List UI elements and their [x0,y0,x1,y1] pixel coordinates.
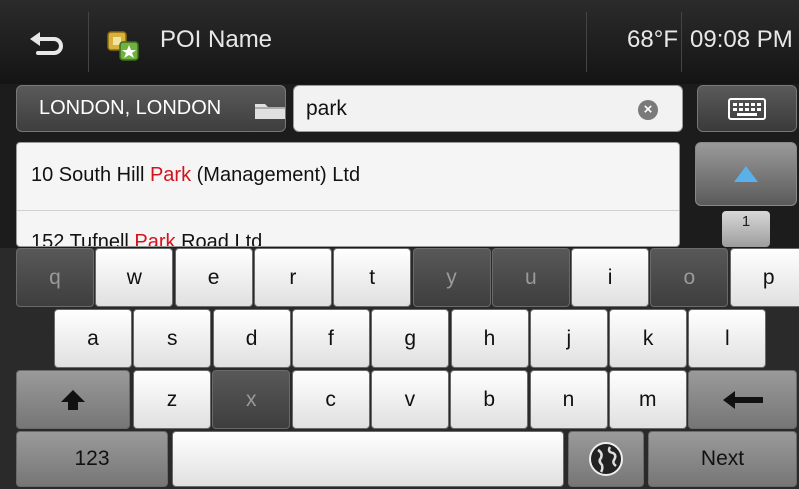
shift-key[interactable] [16,370,130,429]
key-a[interactable]: a [54,309,132,368]
page-title: POI Name [160,26,273,53]
key-c[interactable]: c [291,370,370,429]
key-y[interactable]: y [412,248,491,307]
key-o-label: o [683,265,696,289]
key-e-label: e [207,265,220,289]
key-x-label: x [246,387,257,411]
key-g[interactable]: g [371,309,450,368]
key-j-label: j [566,326,572,350]
key-p-label: p [762,265,775,289]
key-s[interactable]: s [133,309,212,368]
key-u-label: u [524,265,537,289]
list-item[interactable]: 10 South Hill Park (Management) Ltd [17,143,679,211]
location-button[interactable]: LONDON, LONDON [16,85,286,132]
key-y-label: y [446,265,457,289]
next-key[interactable]: Next [648,431,797,487]
key-c-label: c [325,387,336,411]
backspace-key[interactable] [688,370,797,429]
key-h-label: h [483,326,496,350]
list-item-label: 152 Tufnell Park Road Ltd [31,231,263,247]
key-h[interactable]: h [450,309,529,368]
key-d[interactable]: d [212,309,291,368]
key-m[interactable]: m [608,370,687,429]
location-label: LONDON, LONDON [39,97,222,119]
key-t[interactable]: t [333,248,412,307]
key-w-label: w [126,265,142,289]
shift-arrow-icon [61,389,85,410]
key-z-label: z [166,387,178,411]
key-u[interactable]: u [491,248,570,307]
key-l-label: l [725,326,730,350]
list-item[interactable]: 152 Tufnell Park Road Ltd [17,211,679,247]
list-item-label: 10 South Hill Park (Management) Ltd [31,164,361,186]
key-n-label: n [562,387,575,411]
divider [681,12,682,72]
key-a-label: a [87,326,99,350]
key-r-label: r [289,265,297,289]
scroll-up-button[interactable] [695,142,797,206]
clear-icon[interactable]: × [638,100,658,120]
poi-category-icon [104,30,144,61]
key-i[interactable]: i [571,248,650,307]
page-number: 1 [741,213,751,230]
results-list: 10 South Hill Park (Management) Ltd 152 … [16,142,680,247]
triangle-up-icon [734,166,758,182]
globe-icon [589,442,623,476]
key-z[interactable]: z [133,370,211,429]
key-b-label: b [483,387,496,411]
key-o[interactable]: o [650,248,729,307]
key-f-label: f [327,326,334,350]
key-k[interactable]: k [609,309,688,368]
key-q[interactable]: q [16,248,94,307]
page-indicator: 1 [722,211,770,247]
key-x[interactable]: x [212,370,291,429]
keyboard-toggle-button[interactable] [697,85,797,132]
key-k-label: k [642,326,654,350]
key-q-label: q [49,265,61,289]
next-key-label: Next [700,447,745,470]
space-key[interactable] [172,431,564,487]
key-t-label: t [369,265,376,289]
backspace-arrow-icon [722,390,763,409]
key-p[interactable]: p [729,248,799,307]
search-input[interactable]: park × [293,85,683,132]
search-query: park [306,97,347,120]
keyboard-icon [728,97,766,120]
key-e[interactable]: e [174,248,253,307]
folder-icon [255,104,285,119]
divider [586,12,587,72]
title-bar: POI Name 68°F 09:08 PM [0,0,799,84]
key-m-label: m [639,387,657,411]
key-s-label: s [167,326,178,350]
globe-key[interactable] [568,431,644,487]
key-v-label: v [404,387,416,411]
key-d-label: d [245,326,258,350]
key-b[interactable]: b [450,370,529,429]
key-w[interactable]: w [95,248,174,307]
key-v[interactable]: v [370,370,449,429]
clock: 09:08 PM [690,26,793,53]
key-f[interactable]: f [291,309,370,368]
key-r[interactable]: r [253,248,332,307]
on-screen-keyboard: q w e r t y u i o p a s d f g h j k l z x c v b n m 123 Next [0,248,799,489]
key-g-label: g [404,326,417,350]
numbers-key-label: 123 [74,447,110,470]
temperature: 68°F [627,26,678,53]
key-i-label: i [607,265,613,289]
numbers-key[interactable]: 123 [16,431,168,487]
divider [88,12,89,72]
key-n[interactable]: n [529,370,608,429]
key-j[interactable]: j [529,309,608,368]
back-button[interactable] [14,22,78,66]
back-arrow-icon [30,32,63,55]
key-l[interactable]: l [688,309,767,368]
